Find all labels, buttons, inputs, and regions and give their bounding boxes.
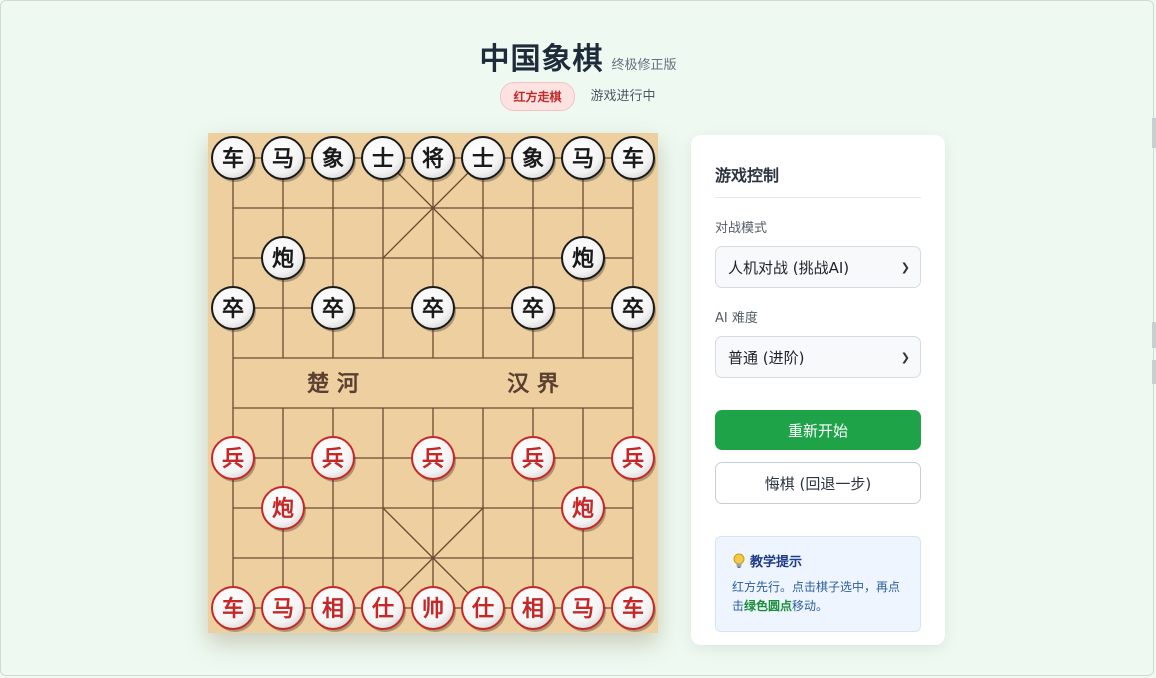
tip-text-part: 移动。 <box>792 599 829 613</box>
piece-label[interactable]: 相 <box>522 596 544 622</box>
piece-label[interactable]: 马 <box>272 146 294 172</box>
mode-label: 对战模式 <box>715 221 768 236</box>
tip-text-highlight: 绿色圆点 <box>744 599 793 613</box>
tip-box: 教学提示 红方先行。点击棋子选中，再点击绿色圆点移动。 <box>715 536 921 632</box>
page-title: 中国象棋 <box>479 42 604 77</box>
piece-label[interactable]: 炮 <box>572 246 594 272</box>
chess-board[interactable]: 楚 河汉 界车马象士将士象马车炮炮卒卒卒卒卒兵兵兵兵兵炮炮车马相仕帅仕相马车 <box>208 133 658 633</box>
piece-label[interactable]: 象 <box>522 146 544 172</box>
chevron-down-icon: ❯ <box>900 260 910 274</box>
tip-text: 红方先行。点击棋子选中，再点击绿色圆点移动。 <box>732 578 904 616</box>
piece-label[interactable]: 卒 <box>322 296 344 322</box>
piece-label[interactable]: 马 <box>572 596 594 622</box>
page-edge-mark <box>1152 322 1156 348</box>
difficulty-select-value: 普通 (进阶) <box>728 348 805 367</box>
tip-header: 教学提示 <box>732 551 904 570</box>
piece-label[interactable]: 将 <box>422 146 444 172</box>
page-header: 中国象棋 终极修正版 红方走棋 游戏进行中 <box>0 34 1156 111</box>
piece-label[interactable]: 卒 <box>522 296 544 322</box>
piece-label[interactable]: 仕 <box>471 596 494 622</box>
piece-label[interactable]: 兵 <box>622 446 644 472</box>
piece-label[interactable]: 车 <box>622 596 644 622</box>
piece-label[interactable]: 车 <box>222 596 244 622</box>
difficulty-label: AI 难度 <box>715 311 758 326</box>
mode-select[interactable]: 人机对战 (挑战AI) ❯ <box>715 246 921 288</box>
difficulty-select[interactable]: 普通 (进阶) ❯ <box>715 336 921 378</box>
chevron-down-icon: ❯ <box>900 350 910 364</box>
undo-button[interactable]: 悔棋 (回退一步) <box>715 462 921 504</box>
piece-label[interactable]: 车 <box>622 146 644 172</box>
panel-title: 游戏控制 <box>715 162 921 198</box>
piece-label[interactable]: 象 <box>322 146 344 172</box>
piece-label[interactable]: 炮 <box>272 496 294 522</box>
page-edge-mark <box>1152 360 1156 384</box>
piece-label[interactable]: 卒 <box>422 296 444 322</box>
page-subtitle: 终极修正版 <box>611 58 677 73</box>
piece-label[interactable]: 马 <box>572 146 594 172</box>
piece-label[interactable]: 车 <box>222 146 244 172</box>
river-text-left: 楚 河 <box>307 371 359 397</box>
turn-badge: 红方走棋 <box>500 82 575 111</box>
board-grid[interactable]: 楚 河汉 界车马象士将士象马车炮 炮卒卒卒卒卒兵兵兵兵兵炮 炮车马相仕帅仕相马车 <box>208 133 658 633</box>
piece-label[interactable]: 士 <box>372 146 394 172</box>
piece-label[interactable]: 卒 <box>622 296 644 322</box>
piece-label[interactable]: 炮 <box>572 496 594 522</box>
piece-label[interactable]: 兵 <box>322 446 344 472</box>
piece-label[interactable]: 马 <box>272 596 294 622</box>
piece-label[interactable]: 士 <box>472 146 494 172</box>
piece-label[interactable]: 兵 <box>422 446 444 472</box>
piece-label[interactable]: 兵 <box>522 446 544 472</box>
page-edge-mark <box>1152 118 1156 148</box>
piece-label[interactable]: 炮 <box>272 246 294 272</box>
piece-label[interactable]: 仕 <box>371 596 394 622</box>
restart-button[interactable]: 重新开始 <box>715 410 921 450</box>
tip-title: 教学提示 <box>750 555 803 570</box>
control-panel: 游戏控制 对战模式 人机对战 (挑战AI) ❯ AI 难度 普通 (进阶) ❯ … <box>691 135 945 645</box>
mode-select-value: 人机对战 (挑战AI) <box>728 258 850 277</box>
lightbulb-icon <box>733 553 745 568</box>
game-status: 游戏进行中 <box>590 89 656 104</box>
piece-label[interactable]: 帅 <box>422 596 444 622</box>
piece-label[interactable]: 相 <box>322 596 344 622</box>
piece-label[interactable]: 卒 <box>222 296 244 322</box>
river-text-right: 汉 界 <box>507 371 559 397</box>
piece-label[interactable]: 兵 <box>222 446 244 472</box>
